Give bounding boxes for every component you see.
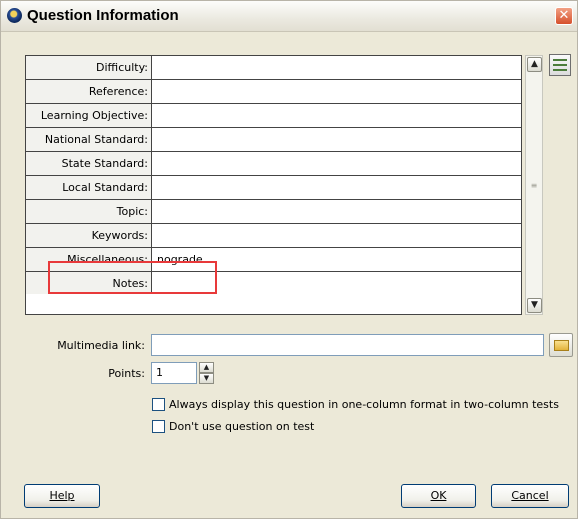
points-label: Points:	[108, 367, 145, 380]
grid-row-reference: Reference:	[26, 80, 521, 104]
grid-row-topic: Topic:	[26, 200, 521, 224]
ok-button-label: OK	[430, 489, 447, 502]
grid-row-difficulty: Difficulty:	[26, 56, 521, 80]
scrollbar-grip-icon[interactable]: ≡	[530, 182, 538, 190]
topic-label: Topic:	[26, 200, 152, 223]
close-icon: ✕	[558, 8, 570, 23]
multimedia-link-input[interactable]	[151, 334, 544, 356]
difficulty-field[interactable]	[153, 56, 521, 79]
scroll-up-button[interactable]: ▲	[527, 57, 542, 72]
layout-icon-bar	[553, 59, 567, 61]
points-input[interactable]: 1	[151, 362, 197, 384]
grid-row-keywords: Keywords:	[26, 224, 521, 248]
question-information-dialog: Question Information ✕ Difficulty: Refer…	[0, 0, 578, 519]
national-standard-label: National Standard:	[26, 128, 152, 151]
app-icon	[7, 8, 22, 23]
grid-row-miscellaneous: Miscellaneous: nograde	[26, 248, 521, 272]
scroll-down-button[interactable]: ▼	[527, 298, 542, 313]
spin-down-button[interactable]: ▼	[199, 373, 214, 384]
spin-up-button[interactable]: ▲	[199, 362, 214, 373]
chevron-down-icon: ▼	[531, 300, 538, 310]
grid-row-learning-objective: Learning Objective:	[26, 104, 521, 128]
folder-icon	[554, 340, 569, 351]
grid-row-national-standard: National Standard:	[26, 128, 521, 152]
notes-label: Notes:	[26, 272, 152, 294]
learning-objective-label: Learning Objective:	[26, 104, 152, 127]
layout-toggle-button[interactable]	[549, 54, 571, 76]
one-column-checkbox[interactable]	[152, 398, 165, 411]
keywords-label: Keywords:	[26, 224, 152, 247]
layout-icon-bar	[553, 64, 567, 66]
local-standard-field[interactable]	[153, 176, 521, 199]
difficulty-label: Difficulty:	[26, 56, 152, 79]
grid-scrollbar[interactable]: ▲ ≡ ▼	[525, 55, 543, 315]
state-standard-field[interactable]	[153, 152, 521, 175]
reference-label: Reference:	[26, 80, 152, 103]
dont-use-checkbox[interactable]	[152, 420, 165, 433]
grid-row-local-standard: Local Standard:	[26, 176, 521, 200]
browse-folder-button[interactable]	[549, 333, 573, 357]
spin-down-icon: ▼	[203, 374, 210, 382]
keywords-field[interactable]	[153, 224, 521, 247]
title-bar[interactable]: Question Information ✕	[1, 1, 577, 32]
state-standard-label: State Standard:	[26, 152, 152, 175]
chevron-up-icon: ▲	[531, 59, 538, 69]
one-column-label[interactable]: Always display this question in one-colu…	[169, 398, 559, 411]
miscellaneous-field[interactable]: nograde	[153, 248, 521, 271]
ok-button[interactable]: OK	[401, 484, 476, 508]
local-standard-label: Local Standard:	[26, 176, 152, 199]
cancel-button[interactable]: Cancel	[491, 484, 569, 508]
dont-use-label[interactable]: Don't use question on test	[169, 420, 314, 433]
topic-field[interactable]	[153, 200, 521, 223]
spin-up-icon: ▲	[203, 363, 210, 371]
points-spinner[interactable]: ▲ ▼	[199, 362, 214, 384]
notes-field[interactable]	[153, 272, 521, 314]
grid-row-notes: Notes:	[26, 272, 521, 314]
layout-icon-bar	[553, 69, 567, 71]
reference-field[interactable]	[153, 80, 521, 103]
national-standard-field[interactable]	[153, 128, 521, 151]
help-button-label: Help	[49, 489, 75, 502]
window-title: Question Information	[27, 7, 179, 24]
cancel-button-label: Cancel	[511, 489, 549, 502]
grid-row-state-standard: State Standard:	[26, 152, 521, 176]
learning-objective-field[interactable]	[153, 104, 521, 127]
question-properties-grid: Difficulty: Reference: Learning Objectiv…	[25, 55, 522, 315]
help-button[interactable]: Help	[24, 484, 100, 508]
miscellaneous-label: Miscellaneous:	[26, 248, 152, 271]
multimedia-link-label: Multimedia link:	[57, 339, 145, 352]
close-button[interactable]: ✕	[555, 7, 573, 25]
